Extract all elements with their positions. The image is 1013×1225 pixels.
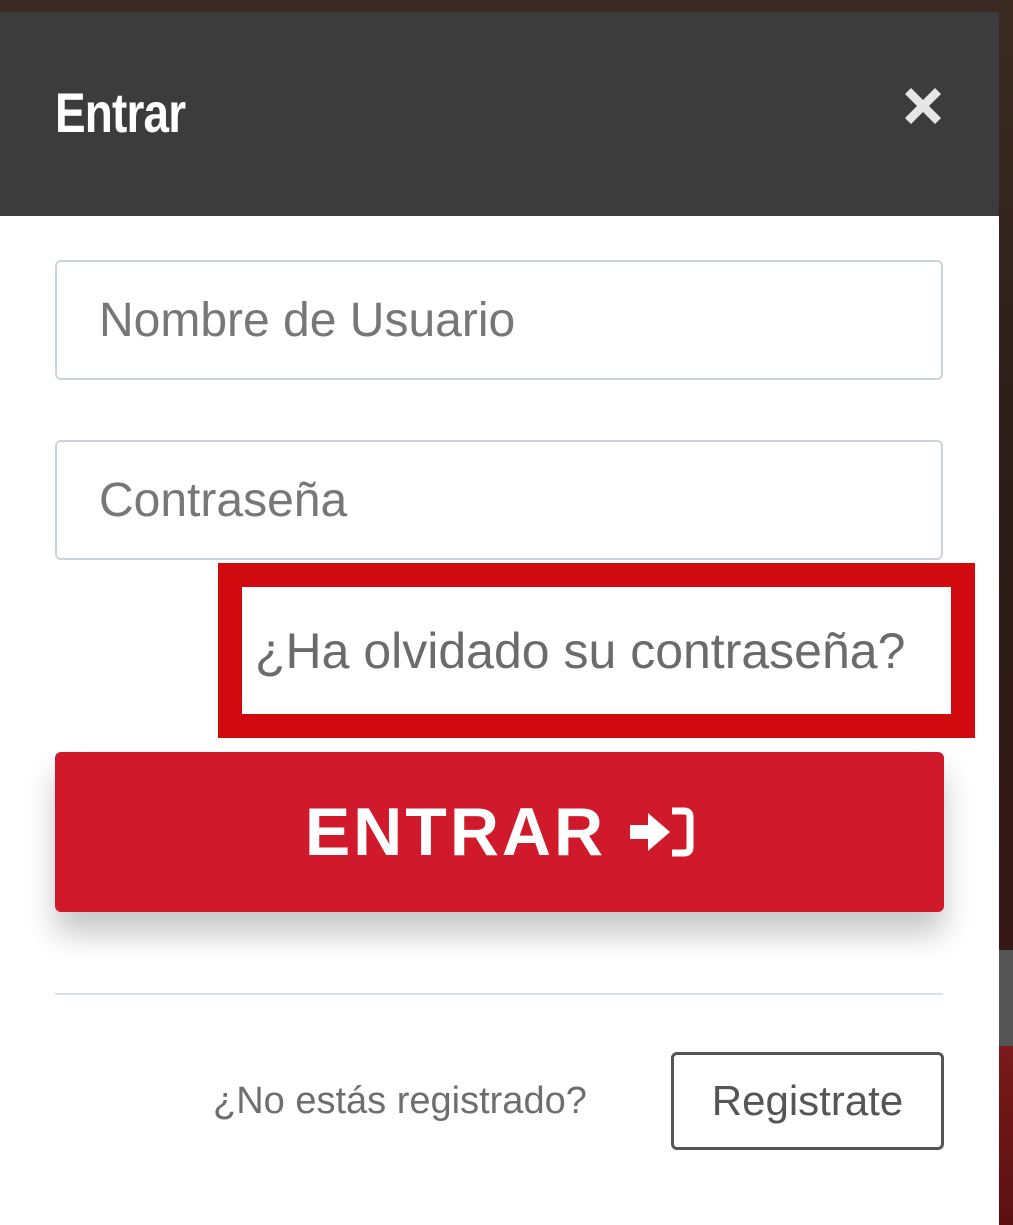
submit-label: ENTRAR — [304, 794, 607, 870]
modal-header: Entrar — [0, 12, 999, 216]
register-button[interactable]: Registrate — [671, 1052, 944, 1150]
footer-divider — [55, 993, 943, 995]
password-input[interactable] — [55, 440, 943, 560]
register-prompt: ¿No estás registrado? — [213, 1080, 587, 1122]
sign-in-icon — [630, 807, 694, 857]
modal-title: Entrar — [55, 81, 186, 144]
username-input[interactable] — [55, 260, 943, 380]
login-submit-button[interactable]: ENTRAR — [55, 752, 944, 912]
forgot-password-link[interactable]: ¿Ha olvidado su contraseña? — [255, 622, 905, 680]
backdrop-strip — [999, 950, 1013, 1225]
close-icon — [905, 88, 941, 124]
close-button[interactable] — [899, 82, 947, 130]
